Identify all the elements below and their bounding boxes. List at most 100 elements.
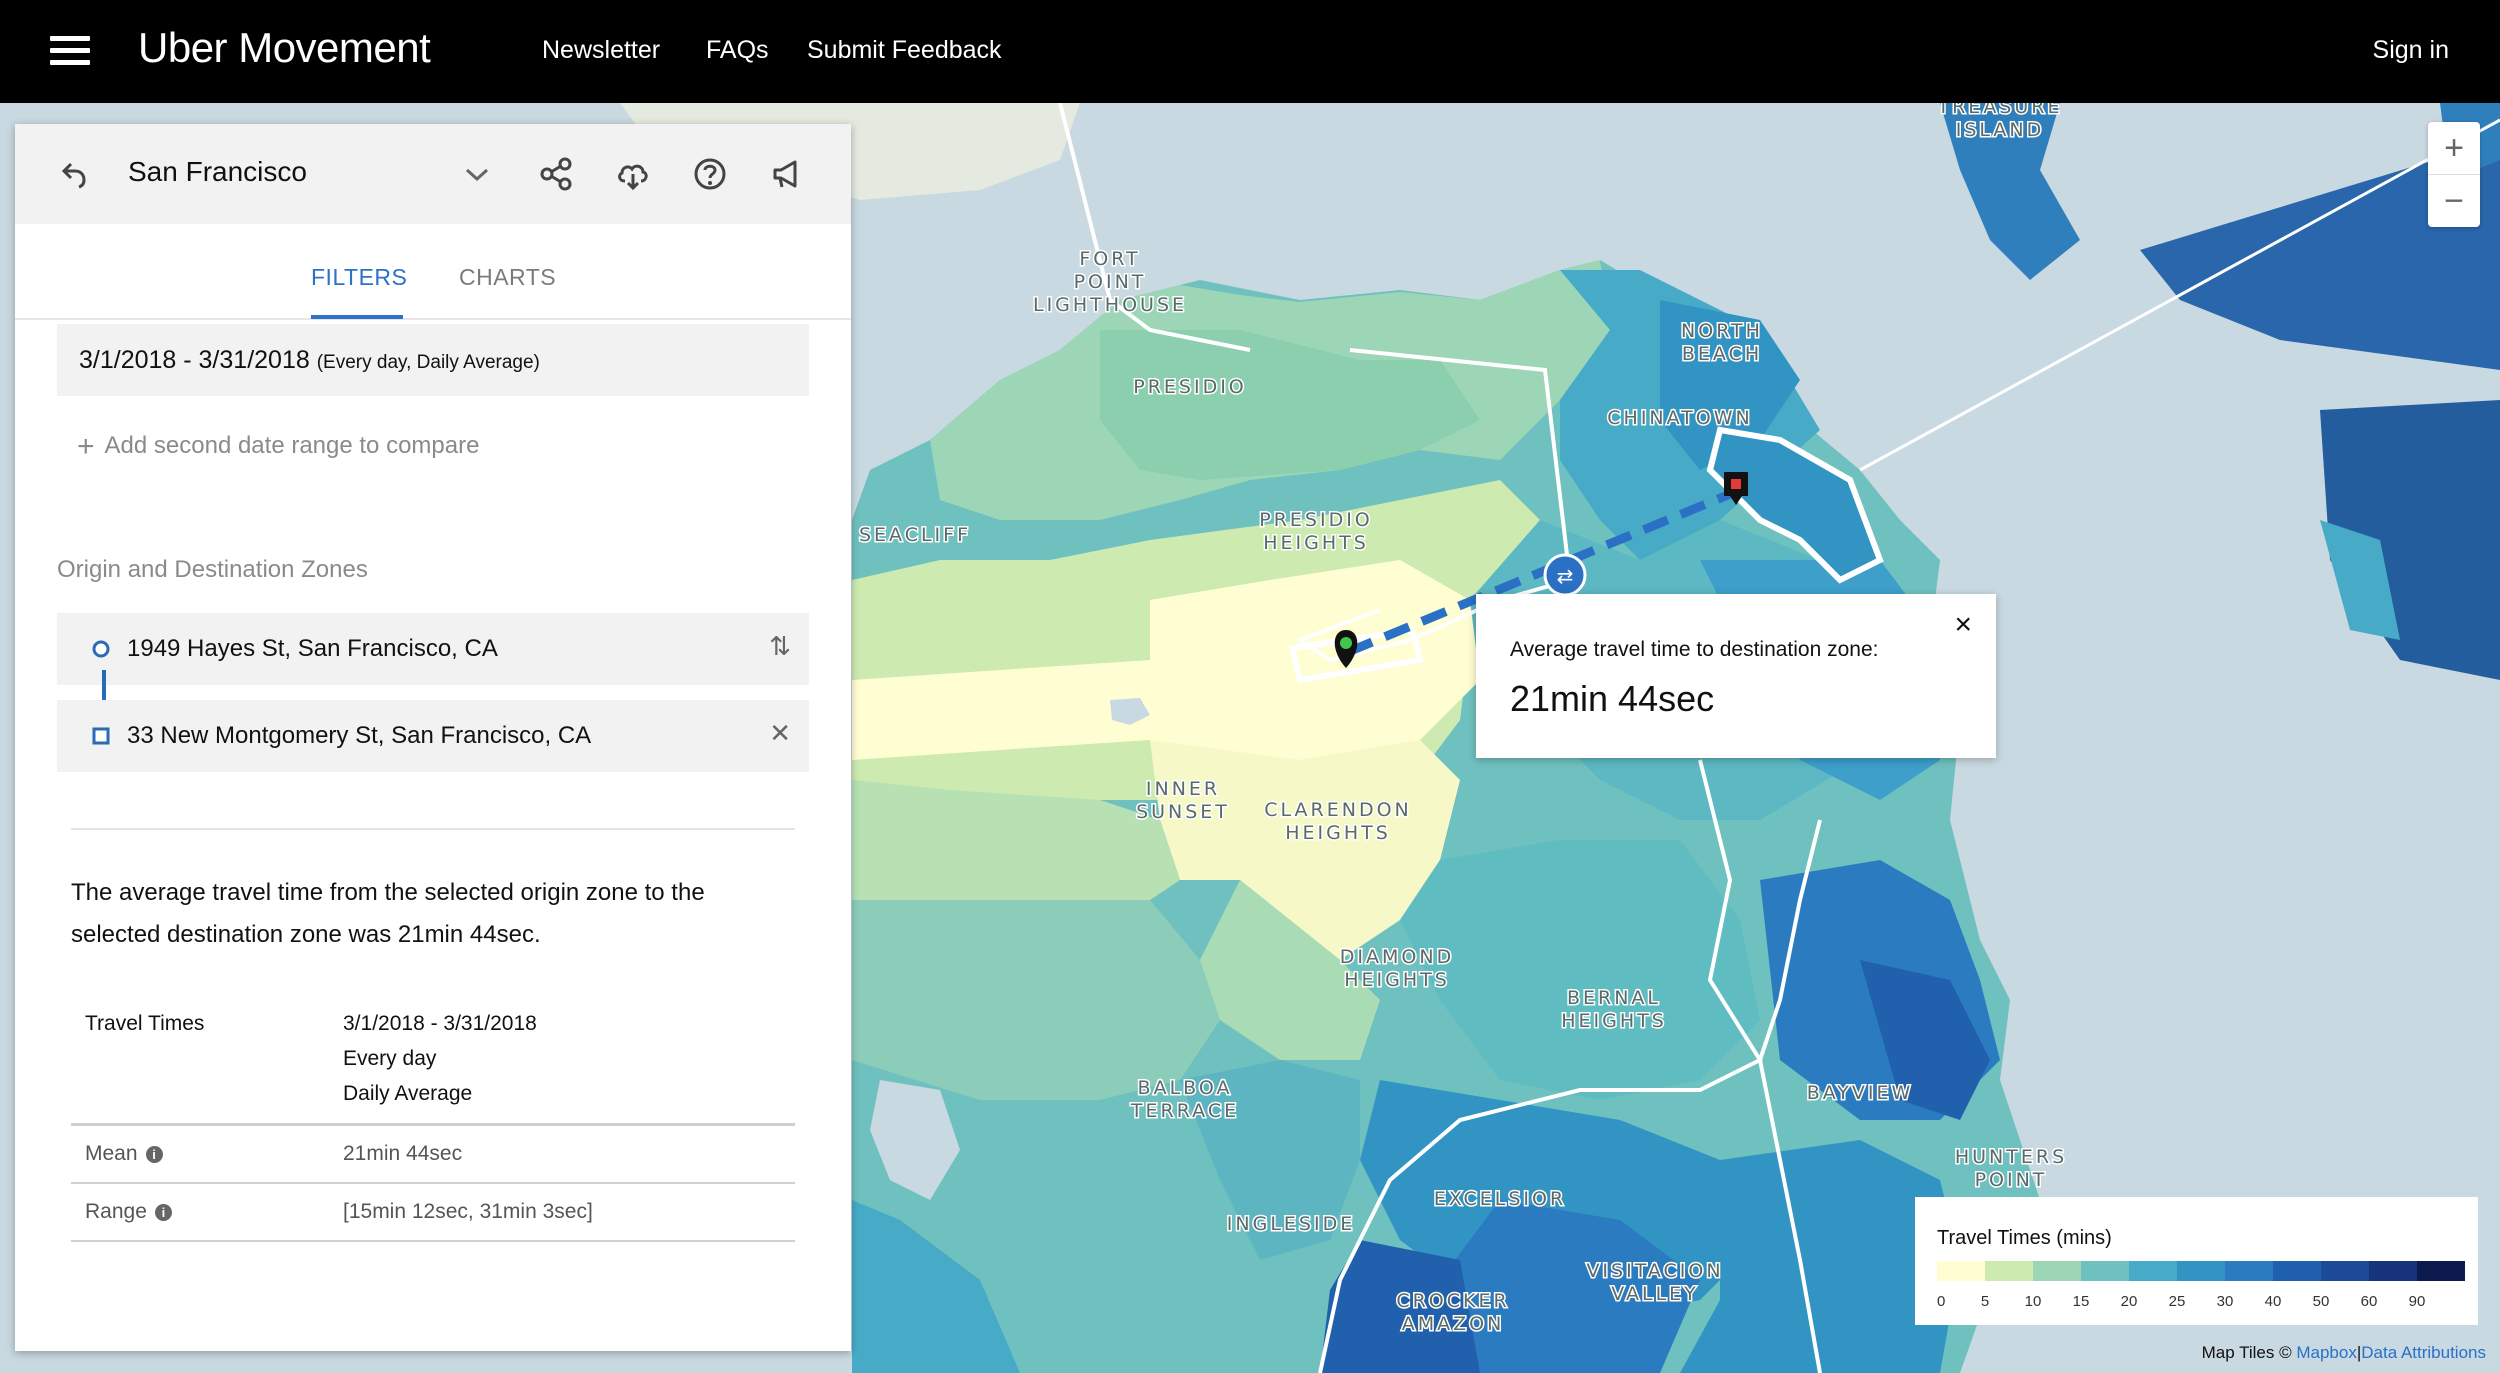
legend-swatch <box>2417 1261 2465 1281</box>
legend-tick-label: 25 <box>2168 1293 2186 1310</box>
origin-zone-field[interactable]: 1949 Hayes St, San Francisco, CA ⇅ <box>57 613 809 685</box>
plus-icon: + <box>77 430 95 463</box>
chevron-down-icon[interactable] <box>457 154 497 194</box>
mean-value: 21min 44sec <box>343 1142 463 1165</box>
tab-charts[interactable]: CHARTS <box>459 264 556 291</box>
legend-ticks: 0 5 10 15 20 25 30 40 50 60 90 <box>1937 1293 2467 1313</box>
legend-swatch <box>2129 1261 2177 1281</box>
active-tab-indicator <box>311 315 403 319</box>
legend-swatch <box>2081 1261 2129 1281</box>
add-date-range-button[interactable]: + Add second date range to compare <box>77 430 479 464</box>
nav-link-submit-feedback[interactable]: Submit Feedback <box>807 36 1002 65</box>
tooltip-label: Average travel time to destination zone: <box>1510 638 1879 661</box>
origin-circle-icon <box>92 640 110 658</box>
route-swap-glyph: ⇄ <box>1557 564 1574 588</box>
map-label-inner-sunset: INNER SUNSET <box>1136 778 1230 823</box>
legend-swatch <box>2177 1261 2225 1281</box>
info-icon[interactable]: i <box>154 1204 172 1221</box>
legend-swatch <box>1937 1261 1985 1281</box>
legend-tick-label: 15 <box>2072 1293 2090 1310</box>
zones-section-title: Origin and Destination Zones <box>57 556 368 583</box>
parkside-zone <box>852 900 1220 1100</box>
legend-tick-label: 30 <box>2216 1293 2234 1310</box>
zoom-control: + − <box>2428 122 2480 227</box>
table-row-rule <box>71 1182 795 1184</box>
map-label-presidio: PRESIDIO <box>1133 376 1247 398</box>
legend-color-bar <box>1937 1261 2465 1281</box>
nav-link-newsletter[interactable]: Newsletter <box>542 36 660 65</box>
legend-tick-label: 20 <box>2120 1293 2138 1310</box>
legend-swatch <box>2033 1261 2081 1281</box>
tab-filters[interactable]: FILTERS <box>311 264 407 291</box>
mean-label: Mean i <box>85 1142 163 1166</box>
add-range-label: Add second date range to compare <box>104 432 480 459</box>
destination-address: 33 New Montgomery St, San Francisco, CA <box>127 722 592 749</box>
date-range-text: 3/1/2018 - 3/31/2018 (Every day, Daily A… <box>79 346 540 375</box>
date-range-selector[interactable]: 3/1/2018 - 3/31/2018 (Every day, Daily A… <box>57 324 809 396</box>
date-range-note: (Every day, Daily Average) <box>316 352 540 373</box>
legend-tick-label: 90 <box>2408 1293 2426 1310</box>
travel-times-days: Every day <box>343 1047 437 1070</box>
map-label-excelsior: EXCELSIOR <box>1434 1188 1566 1210</box>
table-row-rule <box>71 1240 795 1242</box>
section-divider <box>71 828 795 830</box>
side-panel: San Francisco FILTERS CHARTS 3/1/2018 - … <box>15 124 851 1351</box>
map-label-clarendon-heights: CLARENDON HEIGHTS <box>1264 799 1412 844</box>
table-header-rule <box>71 1123 795 1126</box>
sign-in-link[interactable]: Sign in <box>2373 36 2449 65</box>
tooltip-close-icon[interactable]: × <box>1954 608 1972 642</box>
panel-header: San Francisco <box>15 124 851 224</box>
legend-tick-label: 5 <box>1980 1293 1990 1310</box>
legend-tick-label: 60 <box>2360 1293 2378 1310</box>
zoom-in-button[interactable]: + <box>2428 122 2480 174</box>
legend-tick-label: 50 <box>2312 1293 2330 1310</box>
origin-address: 1949 Hayes St, San Francisco, CA <box>127 635 498 662</box>
range-label: Range i <box>85 1200 172 1224</box>
legend-tick-label: 40 <box>2264 1293 2282 1310</box>
legend-swatch <box>2225 1261 2273 1281</box>
travel-times-date: 3/1/2018 - 3/31/2018 <box>343 1012 537 1035</box>
map-label-diamond-heights: DIAMOND HEIGHTS <box>1340 946 1454 991</box>
map-label-balboa-terrace: BALBOA TERRACE <box>1130 1077 1239 1122</box>
share-icon[interactable] <box>536 154 576 194</box>
map-label-treasure-island: TREASURE ISLAND <box>1937 103 2063 141</box>
origin-pin-dot <box>1340 637 1352 649</box>
back-arrow-icon[interactable] <box>55 154 95 194</box>
legend-swatch <box>2321 1261 2369 1281</box>
travel-time-summary: The average travel time from the selecte… <box>71 879 705 948</box>
range-label-text: Range <box>85 1200 147 1223</box>
map-label-presidio-heights: PRESIDIO HEIGHTS <box>1259 509 1373 554</box>
download-cloud-icon[interactable] <box>613 154 653 194</box>
brand-logo[interactable]: Uber Movement <box>138 24 431 72</box>
travel-time-tooltip: × Average travel time to destination zon… <box>1476 594 1996 758</box>
travel-time-legend: Travel Times (mins) 0 5 10 15 20 25 30 40 50 60 90 <box>1915 1197 2478 1325</box>
swap-origin-destination-icon[interactable]: ⇅ <box>769 631 791 662</box>
legend-title: Travel Times (mins) <box>1937 1227 2112 1249</box>
map-label-bayview: BAYVIEW <box>1807 1082 1914 1104</box>
mean-label-text: Mean <box>85 1142 138 1165</box>
range-value: [15min 12sec, 31min 3sec] <box>343 1200 593 1223</box>
nav-link-faqs[interactable]: FAQs <box>706 36 769 65</box>
top-nav-bar: Uber Movement Newsletter FAQs Submit Fee… <box>0 0 2500 103</box>
info-icon[interactable]: i <box>145 1146 163 1163</box>
data-attributions-link[interactable]: Data Attributions <box>2361 1343 2486 1362</box>
destination-zone-field[interactable]: 33 New Montgomery St, San Francisco, CA … <box>57 700 809 772</box>
legend-swatch <box>1985 1261 2033 1281</box>
attribution-prefix: Map Tiles © <box>2201 1343 2292 1362</box>
announcement-megaphone-icon[interactable] <box>767 154 807 194</box>
city-selector[interactable]: San Francisco <box>128 156 307 188</box>
map-attribution: Map Tiles © Mapbox|Data Attributions <box>2202 1343 2486 1363</box>
legend-swatch <box>2369 1261 2417 1281</box>
map-label-north-beach: NORTH BEACH <box>1681 320 1763 365</box>
map-label-crocker-amazon: CROCKER AMAZON <box>1396 1290 1509 1335</box>
help-icon[interactable] <box>690 154 730 194</box>
map-label-bernal-heights: BERNAL HEIGHTS <box>1561 987 1667 1032</box>
travel-times-header-label: Travel Times <box>85 1012 205 1035</box>
map-label-ingleside: INGLESIDE <box>1227 1213 1355 1235</box>
clear-destination-icon[interactable]: ✕ <box>769 718 791 749</box>
legend-tick-label: 10 <box>2024 1293 2042 1310</box>
zoom-out-button[interactable]: − <box>2428 174 2480 227</box>
menu-icon[interactable] <box>50 36 90 66</box>
mapbox-link[interactable]: Mapbox <box>2296 1343 2356 1362</box>
destination-square-icon <box>92 727 110 745</box>
